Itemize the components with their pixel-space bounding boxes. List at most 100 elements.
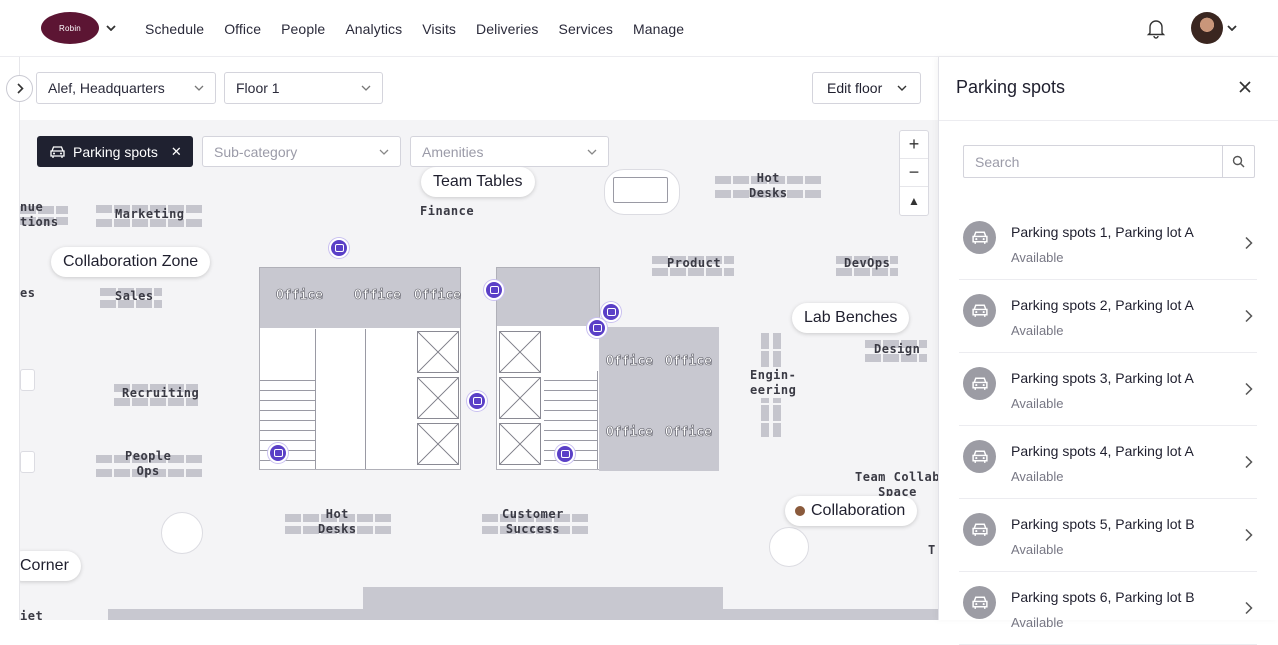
building-edge: [108, 609, 363, 620]
chevron-right-icon: [1245, 382, 1253, 396]
zoom-in-button[interactable]: +: [900, 131, 928, 159]
list-item[interactable]: Parking spots 1, Parking lot A Available: [959, 207, 1257, 280]
list-item[interactable]: Parking spots 4, Parking lot A Available: [959, 426, 1257, 499]
amenity-pin[interactable]: [484, 280, 504, 300]
expand-sidebar-button[interactable]: [6, 75, 33, 102]
area-label-people-ops: People Ops: [125, 449, 172, 478]
office-room: [497, 268, 599, 326]
office-label: Office: [276, 288, 324, 304]
area-label-es: es: [20, 286, 36, 300]
area-label-hot-desks: Hot Desks: [749, 171, 788, 200]
zone-bubble-lab-benches[interactable]: Lab Benches: [792, 303, 910, 333]
subcategory-placeholder: Sub-category: [214, 143, 298, 160]
search-field: [963, 145, 1255, 178]
zone-bubble-team-tables[interactable]: Team Tables: [421, 167, 535, 197]
nav-item-visits[interactable]: Visits: [422, 21, 456, 37]
office-label: Office: [414, 288, 462, 304]
area-label-engineering: Engin- eering: [750, 368, 797, 398]
chevron-down-icon: [194, 85, 204, 91]
amenity-pin[interactable]: [587, 318, 607, 338]
avatar[interactable]: [1191, 12, 1223, 44]
top-nav: Robin Schedule Office People Analytics Visit…: [0, 0, 1278, 57]
zoom-out-button[interactable]: −: [900, 159, 928, 187]
table: [20, 369, 35, 391]
parking-spot-list: Parking spots 1, Parking lot A Available P…: [959, 207, 1257, 645]
zone-bubble-collaboration-zone[interactable]: Collaboration Zone: [51, 247, 211, 277]
list-item[interactable]: Parking spots 5, Parking lot B Available: [959, 499, 1257, 572]
nav-item-deliveries[interactable]: Deliveries: [476, 21, 538, 37]
list-item[interactable]: Parking spots 2, Parking lot A Available: [959, 280, 1257, 353]
spot-title: Parking spots 4, Parking lot A: [1011, 443, 1194, 459]
elevator: [417, 377, 459, 419]
area-label-hot-desks-bottom: Hot Desks: [318, 507, 357, 536]
search-button[interactable]: [1222, 146, 1254, 177]
subcategory-select[interactable]: Sub-category: [202, 136, 401, 167]
nav-item-analytics[interactable]: Analytics: [345, 21, 402, 37]
building-select[interactable]: Alef, Headquarters: [36, 72, 216, 104]
office-label: Office: [665, 425, 713, 441]
search-input[interactable]: [964, 146, 1222, 177]
building-select-value: Alef, Headquarters: [48, 80, 165, 96]
nav-item-office[interactable]: Office: [224, 21, 261, 37]
logo-text: Robin: [59, 23, 81, 33]
chevron-down-icon: [897, 85, 907, 91]
chevron-right-icon: [1245, 528, 1253, 542]
spot-status: Available: [1011, 542, 1064, 557]
nav-item-manage[interactable]: Manage: [633, 21, 684, 37]
wall: [315, 329, 316, 469]
office-label: Office: [606, 425, 654, 441]
nav-item-services[interactable]: Services: [559, 21, 613, 37]
close-icon[interactable]: [1237, 79, 1253, 95]
car-icon: [963, 294, 996, 327]
remove-chip-icon[interactable]: ✕: [171, 144, 182, 160]
edit-floor-button[interactable]: Edit floor: [812, 72, 921, 104]
amenity-pin[interactable]: [601, 302, 621, 322]
area-label-iet: iet: [20, 609, 44, 620]
elevator-pin[interactable]: [467, 391, 487, 411]
floor-select[interactable]: Floor 1: [224, 72, 383, 104]
nav-item-schedule[interactable]: Schedule: [145, 21, 204, 37]
exit-pin[interactable]: [268, 443, 288, 463]
elevator: [499, 423, 541, 465]
robin-logo[interactable]: Robin: [41, 12, 99, 44]
round-table: [161, 512, 203, 554]
list-item[interactable]: Parking spots 6, Parking lot B Available: [959, 572, 1257, 645]
spot-title: Parking spots 6, Parking lot B: [1011, 589, 1195, 605]
list-item[interactable]: Parking spots 3, Parking lot A Available: [959, 353, 1257, 426]
table: [613, 177, 668, 203]
spot-title: Parking spots 5, Parking lot B: [1011, 516, 1195, 532]
compass-reset-button[interactable]: ▲: [900, 187, 928, 215]
category-chip-parking[interactable]: Parking spots ✕: [37, 136, 193, 167]
nav-item-people[interactable]: People: [281, 21, 325, 37]
bell-icon[interactable]: [1145, 17, 1167, 39]
office-room: [599, 327, 719, 471]
elevator: [417, 331, 459, 373]
floor-select-value: Floor 1: [236, 80, 280, 96]
area-label-finance: Finance: [420, 204, 475, 218]
chevron-down-icon[interactable]: [1225, 21, 1239, 35]
edit-floor-label: Edit floor: [827, 80, 883, 96]
area-label-recruiting: Recruiting: [122, 386, 200, 400]
chevron-right-icon: [1245, 601, 1253, 615]
exit-pin[interactable]: [555, 444, 575, 464]
area-label-t: T: [928, 543, 936, 557]
office-label: Office: [354, 288, 402, 304]
amenities-select[interactable]: Amenities: [410, 136, 609, 167]
zoom-controls: + − ▲: [899, 130, 929, 216]
round-table: [769, 527, 809, 567]
amenity-pin[interactable]: [329, 238, 349, 258]
left-rail: [0, 57, 20, 620]
spot-status: Available: [1011, 469, 1064, 484]
main-nav: Schedule Office People Analytics Visits Deliv…: [145, 0, 704, 57]
spot-status: Available: [1011, 396, 1064, 411]
chevron-right-icon: [1245, 236, 1253, 250]
chevron-down-icon[interactable]: [104, 18, 118, 38]
spot-title: Parking spots 1, Parking lot A: [1011, 224, 1194, 240]
car-icon: [963, 440, 996, 473]
area-label-customer-success: Customer Success: [502, 507, 564, 536]
zone-bubble-corner[interactable]: Corner: [20, 551, 81, 581]
spot-title: Parking spots 2, Parking lot A: [1011, 297, 1194, 313]
wall: [365, 329, 366, 469]
zone-bubble-collaboration[interactable]: Collaboration: [785, 496, 918, 526]
area-label-product: Product: [667, 256, 722, 270]
